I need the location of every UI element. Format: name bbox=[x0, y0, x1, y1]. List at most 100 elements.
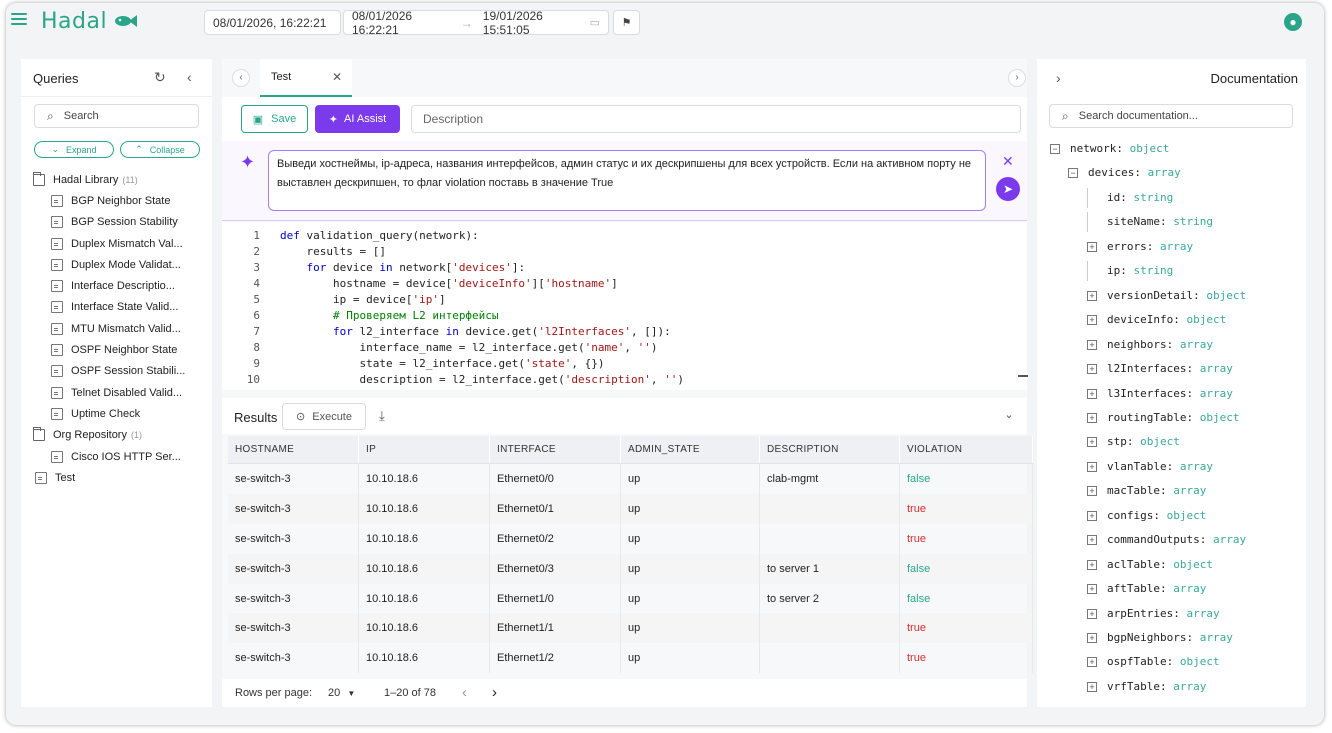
table-row[interactable]: se-switch-3 10.10.18.6 Ethernet0/3 up to ser… bbox=[228, 553, 1033, 584]
collapse-panel-icon[interactable]: ‹ bbox=[187, 69, 192, 85]
tab-scroll-left-icon[interactable]: ‹ bbox=[232, 69, 250, 87]
download-icon[interactable]: ⤓ bbox=[379, 408, 385, 424]
schema-node[interactable]: + routingTable: object bbox=[1087, 408, 1239, 428]
tree-folder[interactable]: Org Repository (1) bbox=[21, 425, 212, 446]
schema-node[interactable]: + l3Interfaces: array bbox=[1087, 384, 1233, 404]
expand-node-icon[interactable]: + bbox=[1087, 437, 1097, 448]
tree-query-item[interactable]: BGP Session Stability bbox=[21, 212, 212, 233]
date-picker-single[interactable]: 08/01/2026, 16:22:21 bbox=[204, 10, 341, 35]
collapse-button[interactable]: ⌃ Collapse bbox=[120, 141, 200, 158]
schema-node[interactable]: − devices: array bbox=[1068, 163, 1181, 183]
close-tab-icon[interactable]: ✕ bbox=[332, 70, 342, 84]
tree-query-item[interactable]: Interface State Valid... bbox=[21, 297, 212, 318]
schema-node[interactable]: + stp: object bbox=[1087, 432, 1180, 452]
tree-query-item[interactable]: Telnet Disabled Valid... bbox=[21, 382, 212, 403]
schema-node[interactable]: + commandOutputs: array bbox=[1087, 530, 1246, 550]
code-editor[interactable]: 1 def validation_query(network): 2 results… bbox=[222, 222, 1027, 390]
column-header[interactable]: IP bbox=[359, 436, 490, 463]
tree-folder[interactable]: Hadal Library (11) bbox=[21, 169, 212, 190]
menu-icon[interactable] bbox=[11, 13, 27, 27]
expand-node-icon[interactable]: + bbox=[1087, 290, 1097, 301]
schema-node[interactable]: + l2Interfaces: array bbox=[1087, 359, 1233, 379]
save-button[interactable]: ▣ Save bbox=[241, 105, 308, 133]
expand-node-icon[interactable]: + bbox=[1087, 364, 1097, 375]
refresh-icon[interactable]: ↻ bbox=[154, 69, 166, 86]
column-header[interactable]: VIOLATION bbox=[900, 436, 1033, 463]
column-header[interactable]: HOSTNAME bbox=[228, 436, 359, 463]
next-page-icon[interactable]: › bbox=[492, 684, 497, 701]
prev-page-icon[interactable]: ‹ bbox=[462, 684, 467, 701]
schema-node[interactable]: − network: object bbox=[1050, 139, 1169, 159]
tree-query-item[interactable]: OSPF Session Stabili... bbox=[21, 361, 212, 382]
expand-node-icon[interactable]: + bbox=[1087, 315, 1097, 326]
tab-scroll-right-icon[interactable]: › bbox=[1008, 69, 1026, 87]
schema-node[interactable]: + ospfTable: object bbox=[1087, 652, 1220, 672]
column-header[interactable]: ADMIN_STATE bbox=[621, 436, 760, 463]
table-row[interactable]: se-switch-3 10.10.18.6 Ethernet1/0 up to ser… bbox=[228, 583, 1033, 614]
expand-node-icon[interactable]: + bbox=[1087, 388, 1097, 399]
expand-node-icon[interactable]: + bbox=[1087, 584, 1097, 595]
user-avatar-icon[interactable]: ● bbox=[1284, 13, 1302, 31]
rows-per-page-select[interactable]: 20 ▼ bbox=[328, 687, 355, 699]
schema-node[interactable]: + deviceInfo: object bbox=[1087, 310, 1226, 330]
expand-node-icon[interactable]: + bbox=[1087, 681, 1097, 692]
expand-node-icon[interactable]: + bbox=[1087, 608, 1097, 619]
table-row[interactable]: se-switch-3 10.10.18.6 Ethernet0/0 up clab-m… bbox=[228, 464, 1033, 494]
schema-node[interactable]: + aftTable: array bbox=[1087, 579, 1206, 599]
expand-node-icon[interactable]: + bbox=[1087, 633, 1097, 643]
expand-node-icon[interactable]: + bbox=[1087, 461, 1097, 472]
schema-node[interactable]: + neighbors: array bbox=[1087, 335, 1213, 355]
tree-query-item[interactable]: BGP Neighbor State bbox=[21, 190, 212, 211]
description-input[interactable]: Description bbox=[411, 105, 1021, 133]
tree-query-item[interactable]: Duplex Mode Validat... bbox=[21, 254, 212, 275]
expand-node-icon[interactable]: + bbox=[1087, 657, 1097, 668]
schema-node[interactable]: + versionDetail: object bbox=[1087, 286, 1246, 306]
table-row[interactable]: se-switch-3 10.10.18.6 Ethernet0/1 up true bbox=[228, 493, 1033, 524]
expand-node-icon[interactable]: + bbox=[1087, 339, 1097, 350]
expand-node-icon[interactable]: + bbox=[1087, 486, 1097, 497]
collapse-node-icon[interactable]: − bbox=[1050, 144, 1060, 154]
execute-button[interactable]: ⊙ Execute bbox=[282, 403, 366, 430]
schema-node[interactable]: + vlanTable: array bbox=[1087, 457, 1213, 477]
resize-handle[interactable] bbox=[1018, 375, 1028, 377]
tree-query-item[interactable]: MTU Mismatch Valid... bbox=[21, 318, 212, 339]
expand-node-icon[interactable]: + bbox=[1087, 510, 1097, 521]
expand-node-icon[interactable]: + bbox=[1087, 412, 1097, 423]
column-header[interactable]: DESCRIPTION bbox=[760, 436, 900, 463]
table-row[interactable]: se-switch-3 10.10.18.6 Ethernet0/2 up true bbox=[228, 523, 1033, 554]
ai-close-icon[interactable]: ✕ bbox=[1002, 153, 1014, 170]
calendar-icon[interactable]: ▭ bbox=[590, 16, 600, 29]
tree-query-item[interactable]: Uptime Check bbox=[21, 403, 212, 424]
tree-query-item[interactable]: Cisco IOS HTTP Ser... bbox=[21, 446, 212, 467]
collapse-node-icon[interactable]: − bbox=[1068, 168, 1078, 179]
tree-query-item[interactable]: Duplex Mismatch Val... bbox=[21, 233, 212, 254]
table-row[interactable]: se-switch-3 10.10.18.6 Ethernet1/2 up true bbox=[228, 643, 1033, 674]
column-header[interactable]: INTERFACE bbox=[490, 436, 621, 463]
schema-node[interactable]: + bgpNeighbors: array bbox=[1087, 628, 1233, 648]
expand-node-icon[interactable]: + bbox=[1087, 535, 1097, 546]
ai-prompt-input[interactable]: Выведи хостнеймы, ip-адреса, названия ин… bbox=[268, 150, 986, 211]
tree-query-item[interactable]: OSPF Neighbor State bbox=[21, 339, 212, 360]
expand-panel-icon[interactable]: › bbox=[1056, 70, 1061, 86]
description-placeholder: Description bbox=[423, 112, 484, 126]
ai-send-icon[interactable]: ➤ bbox=[996, 177, 1020, 201]
schema-node[interactable]: + arpEntries: array bbox=[1087, 604, 1220, 624]
expand-node-icon[interactable]: + bbox=[1087, 241, 1097, 252]
tree-query-item[interactable]: Interface Descriptio... bbox=[21, 275, 212, 296]
expand-node-icon[interactable]: + bbox=[1087, 559, 1097, 570]
tree-query-item[interactable]: Test bbox=[21, 467, 212, 488]
schema-node[interactable]: + aclTable: object bbox=[1087, 555, 1213, 575]
schema-node[interactable]: + vrfTable: array bbox=[1087, 677, 1206, 697]
ai-assist-button[interactable]: ✦ AI Assist bbox=[315, 105, 400, 133]
date-range-picker[interactable]: 08/01/2026 16:22:21 → 19/01/2026 15:51:0… bbox=[343, 9, 609, 37]
documentation-search-input[interactable]: ⌕ Search documentation... bbox=[1049, 104, 1293, 128]
schema-node[interactable]: + configs: object bbox=[1087, 506, 1206, 526]
tab-test[interactable]: Test ✕ bbox=[260, 59, 352, 97]
schema-node[interactable]: + errors: array bbox=[1087, 237, 1193, 257]
schema-node[interactable]: + macTable: array bbox=[1087, 481, 1206, 501]
expand-button[interactable]: ⌄ Expand bbox=[34, 141, 114, 158]
flag-button[interactable]: ⚑ bbox=[613, 10, 640, 35]
queries-search-input[interactable]: ⌕ Search bbox=[34, 104, 199, 128]
table-row[interactable]: se-switch-3 10.10.18.6 Ethernet1/1 up true bbox=[228, 613, 1033, 644]
chevron-down-icon[interactable]: ⌄ bbox=[1000, 406, 1018, 424]
